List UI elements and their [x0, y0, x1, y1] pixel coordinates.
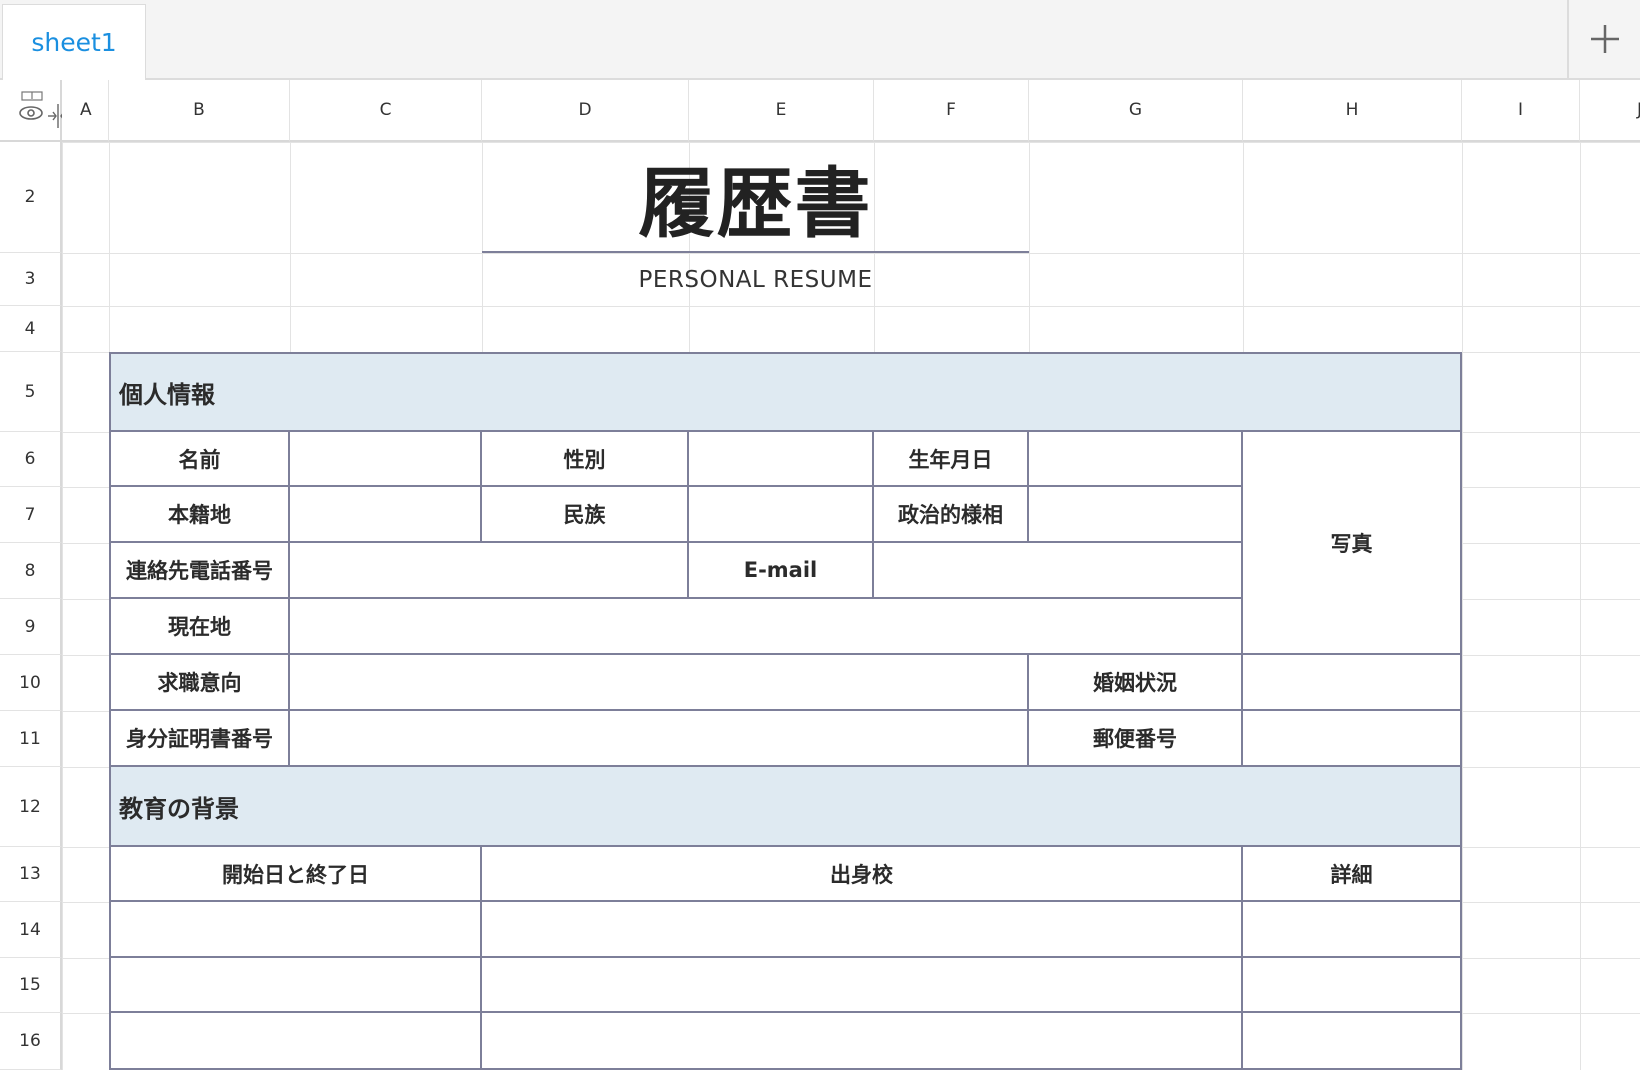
column-header-I[interactable]: I — [1462, 80, 1580, 142]
row-header-16[interactable]: 16 — [0, 1013, 62, 1070]
column-header-C[interactable]: C — [290, 80, 482, 142]
row-header-10[interactable]: 10 — [0, 655, 62, 711]
eye-icon[interactable] — [18, 90, 46, 124]
label-postal: 郵便番号 — [1029, 711, 1243, 767]
education-school-cell[interactable] — [482, 902, 1243, 958]
value-marital[interactable] — [1243, 655, 1462, 711]
row-header-7[interactable]: 7 — [0, 487, 62, 543]
value-phone[interactable] — [290, 543, 689, 599]
row-header-14[interactable]: 14 — [0, 902, 62, 958]
gridline — [1580, 142, 1581, 1070]
education-period-cell[interactable] — [109, 1013, 482, 1070]
gridline — [1462, 142, 1463, 1070]
value-domicile[interactable] — [290, 487, 482, 543]
value-job-intention[interactable] — [290, 655, 1029, 711]
row-header-5[interactable]: 5 — [0, 352, 62, 432]
label-political: 政治的様相 — [874, 487, 1029, 543]
row-header-15[interactable]: 15 — [0, 958, 62, 1013]
value-id-number[interactable] — [290, 711, 1029, 767]
value-gender[interactable] — [689, 432, 874, 487]
column-header-H[interactable]: H — [1243, 80, 1462, 142]
label-period: 開始日と終了日 — [109, 847, 482, 902]
label-birthdate: 生年月日 — [874, 432, 1029, 487]
column-header-F[interactable]: F — [874, 80, 1029, 142]
sheet-tab-sheet1[interactable]: sheet1 — [2, 4, 146, 80]
education-details-cell[interactable] — [1243, 1013, 1462, 1070]
value-name[interactable] — [290, 432, 482, 487]
label-domicile: 本籍地 — [109, 487, 290, 543]
education-period-cell[interactable] — [109, 958, 482, 1013]
column-header-A[interactable]: A — [62, 80, 109, 142]
resume-subtitle: PERSONAL RESUME — [638, 266, 873, 293]
value-political[interactable] — [1029, 487, 1243, 543]
select-all-corner[interactable] — [0, 80, 72, 142]
resume-title: 履歴書 — [638, 158, 873, 248]
label-details: 詳細 — [1243, 847, 1462, 902]
value-ethnicity[interactable] — [689, 487, 874, 543]
education-details-cell[interactable] — [1243, 958, 1462, 1013]
education-school-cell[interactable] — [482, 1013, 1243, 1070]
label-job-intention: 求職意向 — [109, 655, 290, 711]
section-personal-info: 個人情報 — [109, 352, 1462, 432]
label-id-number: 身分証明書番号 — [109, 711, 290, 767]
row-header-12[interactable]: 12 — [0, 767, 62, 847]
row-header-9[interactable]: 9 — [0, 599, 62, 655]
column-header-D[interactable]: D — [482, 80, 689, 142]
label-gender: 性別 — [482, 432, 689, 487]
education-school-cell[interactable] — [482, 958, 1243, 1013]
value-email[interactable] — [874, 543, 1243, 599]
value-birthdate[interactable] — [1029, 432, 1243, 487]
row-header-4[interactable]: 4 — [0, 306, 62, 352]
row-header-13[interactable]: 13 — [0, 847, 62, 902]
value-address[interactable] — [290, 599, 1243, 655]
gridline — [62, 142, 63, 1070]
row-header-6[interactable]: 6 — [0, 432, 62, 487]
photo-cell[interactable]: 写真 — [1243, 432, 1462, 655]
gridline — [0, 306, 1640, 307]
row-header-2[interactable]: 2 — [0, 142, 62, 253]
education-details-cell[interactable] — [1243, 902, 1462, 958]
column-header-B[interactable]: B — [109, 80, 290, 142]
education-period-cell[interactable] — [109, 902, 482, 958]
label-ethnicity: 民族 — [482, 487, 689, 543]
label-marital: 婚姻状況 — [1029, 655, 1243, 711]
subtitle-box: PERSONAL RESUME — [482, 253, 1029, 306]
row-header-3[interactable]: 3 — [0, 253, 62, 306]
column-header-G[interactable]: G — [1029, 80, 1243, 142]
column-header-E[interactable]: E — [689, 80, 874, 142]
label-address: 現在地 — [109, 599, 290, 655]
label-phone: 連絡先電話番号 — [109, 543, 290, 599]
column-header-J[interactable]: J — [1580, 80, 1640, 142]
section-education: 教育の背景 — [109, 767, 1462, 847]
title-box: 履歴書 — [482, 142, 1029, 253]
label-email: E-mail — [689, 543, 874, 599]
row-header-8[interactable]: 8 — [0, 543, 62, 599]
value-postal[interactable] — [1243, 711, 1462, 767]
sheet-tab-bar: sheet1 — [0, 0, 1640, 80]
row-header-11[interactable]: 11 — [0, 711, 62, 767]
label-school: 出身校 — [482, 847, 1243, 902]
spreadsheet-grid[interactable]: A B C D E F G H I J 2 3 4 5 6 7 8 9 10 11 12 13 14 15 16 履歴書 PERSO… — [0, 80, 1640, 1070]
add-sheet-button[interactable] — [1567, 0, 1640, 78]
plus-icon — [1590, 25, 1619, 53]
label-name: 名前 — [109, 432, 290, 487]
